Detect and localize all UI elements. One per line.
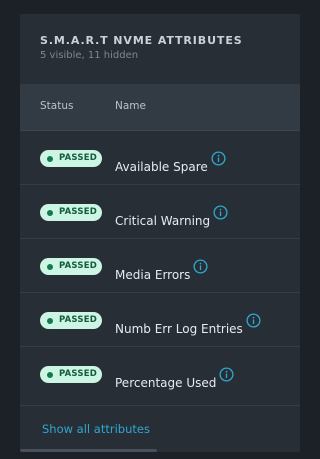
info-icon[interactable] — [219, 367, 234, 382]
card-footer: Show all attributes — [20, 405, 300, 452]
column-header-status: Status — [40, 100, 74, 112]
smart-attributes-card: S.M.A.R.T NVME ATTRIBUTES 5 visible, 11 … — [20, 14, 300, 452]
status-badge: PASSED — [40, 258, 102, 275]
info-icon[interactable] — [211, 151, 226, 166]
status-badge: PASSED — [40, 312, 102, 329]
table-header: Status Name — [20, 84, 300, 131]
table-row: PASSED Media Errors — [20, 239, 300, 293]
status-dot — [47, 210, 53, 216]
status-label: PASSED — [59, 207, 97, 217]
status-label: PASSED — [59, 153, 97, 163]
column-header-name: Name — [115, 100, 146, 112]
attribute-label: Critical Warning — [115, 214, 211, 228]
card-title: S.M.A.R.T NVME ATTRIBUTES — [40, 34, 243, 47]
card-subtitle: 5 visible, 11 hidden — [40, 50, 139, 61]
attribute-label: Available Spare — [115, 160, 208, 174]
attribute-label: Media Errors — [115, 268, 191, 282]
attribute-name: Percentage Used — [115, 367, 234, 390]
scrollbar-thumb[interactable] — [20, 449, 157, 452]
table-row: PASSED Numb Err Log Entries — [20, 293, 300, 347]
attribute-label: Percentage Used — [115, 376, 217, 390]
status-badge: PASSED — [40, 150, 102, 167]
table-row: PASSED Available Spare — [20, 131, 300, 185]
attribute-name: Media Errors — [115, 259, 208, 282]
info-icon[interactable] — [213, 205, 228, 220]
table-row: PASSED Percentage Used — [20, 347, 300, 400]
info-icon[interactable] — [246, 313, 261, 328]
card-header: S.M.A.R.T NVME ATTRIBUTES 5 visible, 11 … — [20, 14, 300, 84]
status-dot — [47, 372, 53, 378]
status-badge: PASSED — [40, 366, 102, 383]
status-label: PASSED — [59, 261, 97, 271]
attribute-name: Available Spare — [115, 151, 226, 174]
status-badge: PASSED — [40, 204, 102, 221]
attribute-name: Numb Err Log Entries — [115, 313, 261, 336]
attribute-name: Critical Warning — [115, 205, 228, 228]
status-dot — [47, 264, 53, 270]
info-icon[interactable] — [193, 259, 208, 274]
attribute-label: Numb Err Log Entries — [115, 322, 243, 336]
status-dot — [47, 318, 53, 324]
table-row: PASSED Critical Warning — [20, 185, 300, 239]
show-all-attributes-link[interactable]: Show all attributes — [42, 422, 150, 436]
attributes-list: PASSED Available Spare PASSED Critical W… — [20, 131, 300, 400]
horizontal-scrollbar[interactable] — [20, 449, 300, 452]
status-label: PASSED — [59, 369, 97, 379]
status-dot — [47, 156, 53, 162]
status-label: PASSED — [59, 315, 97, 325]
